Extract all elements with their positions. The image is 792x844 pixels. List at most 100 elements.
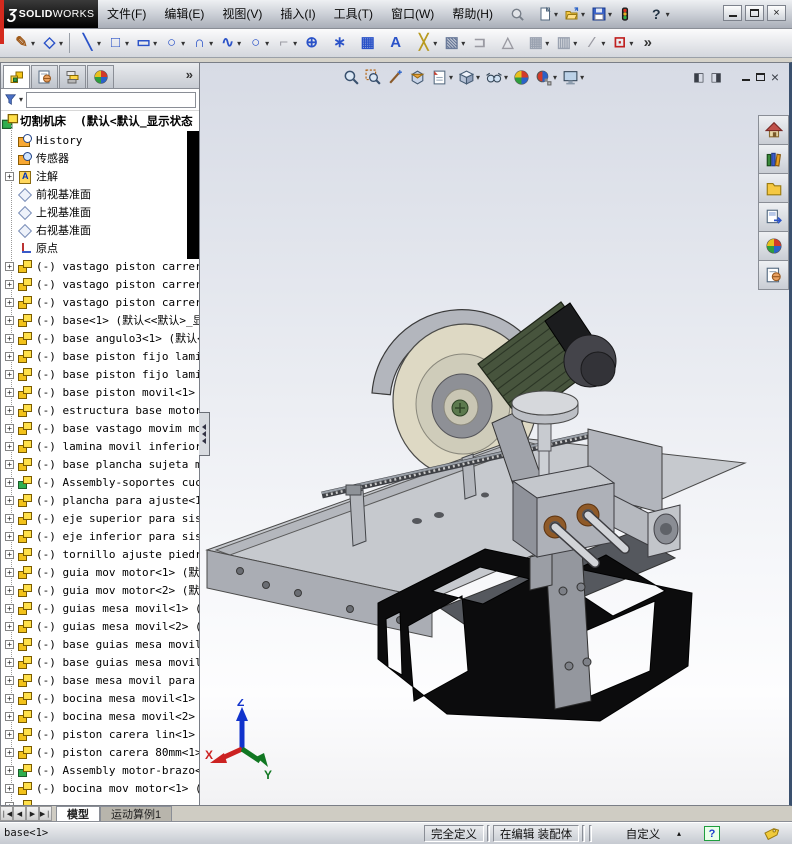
doc-close-icon[interactable]: × (771, 70, 779, 84)
tree-item[interactable]: (-) guia mov motor<2> (默认 (1, 581, 199, 599)
maximize-button[interactable] (745, 5, 764, 21)
tree-item[interactable]: (-) base guias mesa movil_ (1, 653, 199, 671)
tree-item[interactable] (1, 797, 199, 805)
tree-item[interactable]: 注解 (1, 167, 199, 185)
tree-item[interactable]: (-) base mesa movil para a (1, 671, 199, 689)
panel-more-chevron[interactable]: » (186, 67, 193, 82)
tree-item[interactable]: (-) base<1> (默认<<默认>_显 (1, 311, 199, 329)
quick-tip-help-icon[interactable]: ? (704, 826, 720, 841)
expander-icon[interactable] (5, 639, 14, 649)
display-relations-icon[interactable]: ⁄ ▾ (580, 31, 608, 55)
help-dropdown-icon[interactable]: ▾ (666, 10, 670, 19)
circle-icon[interactable]: ○ ▾ (160, 31, 188, 55)
separator[interactable]: ▾ (69, 33, 73, 53)
expander-icon[interactable] (5, 711, 14, 721)
trim-entities-icon[interactable]: ╳ ▾ (412, 31, 440, 55)
file-explorer-icon[interactable] (758, 173, 789, 203)
zoom-area-icon[interactable] (364, 68, 383, 87)
filter-funnel-icon[interactable] (4, 93, 18, 107)
display-style-icon[interactable]: ▾ (457, 68, 481, 87)
displaymanager-tab[interactable] (87, 65, 114, 88)
tree-item[interactable]: (-) Assembly-soportes cuch (1, 473, 199, 491)
tree-item[interactable]: (-) bocina mov motor<1> (默 (1, 779, 199, 797)
tree-item[interactable]: (-) estructura base motor< (1, 401, 199, 419)
tree-item[interactable]: (-) base angulo3<1> (默认< (1, 329, 199, 347)
tree-item[interactable]: (-) guia mov motor<1> (默认 (1, 563, 199, 581)
appearances-scenes-icon[interactable] (758, 231, 789, 261)
expander-icon[interactable] (5, 747, 14, 757)
instant3d-icon[interactable]: ⊡ ▾ (608, 31, 636, 55)
sketch-text-icon[interactable]: A ▾ (384, 31, 412, 55)
rotate-view-icon[interactable] (386, 68, 405, 87)
help-icon[interactable]: ? (650, 5, 663, 23)
search-icon[interactable] (510, 0, 525, 28)
edit-appearance-icon[interactable] (512, 68, 531, 87)
tree-item[interactable]: 传感器 (1, 149, 199, 167)
menu-item[interactable]: 文件(F) (98, 0, 155, 28)
expander-icon[interactable] (5, 405, 14, 415)
expander-icon[interactable] (5, 459, 14, 469)
pane-left-icon[interactable]: ◧ (693, 70, 704, 84)
design-library-icon[interactable] (758, 144, 789, 174)
tree-item[interactable]: (-) tornillo ajuste piedra (1, 545, 199, 563)
expander-icon[interactable] (5, 261, 14, 271)
tab-next-button[interactable]: ▶ (26, 806, 39, 821)
tree-item[interactable]: (-) eje superior para sist (1, 509, 199, 527)
sketch-fillet-icon[interactable]: ⌐ ▾ (272, 31, 300, 55)
expander-icon[interactable] (5, 477, 14, 487)
expander-icon[interactable] (5, 783, 14, 793)
expander-icon[interactable] (5, 315, 14, 325)
expander-icon[interactable] (5, 171, 14, 181)
tree-item[interactable]: (-) vastago piston carrera (1, 275, 199, 293)
circular-pattern-icon[interactable]: ▥ ▾ (552, 31, 580, 55)
apply-scene-icon[interactable]: ▾ (534, 68, 558, 87)
solidworks-resources-icon[interactable] (758, 115, 789, 145)
point-icon[interactable]: ⊕ ▾ (300, 31, 328, 55)
section-view-icon[interactable] (408, 68, 427, 87)
linear-pattern-icon[interactable]: ▦ ▾ (524, 31, 552, 55)
rx-traffic-light-icon[interactable] (616, 5, 634, 23)
tree-item[interactable]: (-) Assembly motor-brazo<1 (1, 761, 199, 779)
expander-icon[interactable] (5, 765, 14, 775)
tab-first-button[interactable]: ❘◀ (0, 806, 13, 821)
centerpoint-arc-icon[interactable]: ∩ ▾ (188, 31, 216, 55)
tree-item[interactable]: (-) base plancha sujeta mo (1, 455, 199, 473)
expander-icon[interactable] (5, 513, 14, 523)
view-settings-icon[interactable]: ▾ (561, 68, 585, 87)
expander-icon[interactable] (5, 531, 14, 541)
expander-icon[interactable] (5, 333, 14, 343)
zoom-fit-icon[interactable] (342, 68, 361, 87)
pane-right-icon[interactable]: ◨ (710, 70, 721, 84)
hide-show-items-icon[interactable]: ▾ (484, 68, 509, 87)
view-palette-icon[interactable] (758, 202, 789, 232)
graphics-viewport[interactable]: ▾ ▾ ▾ ▾ ▾ ◧ ◨ × Z X Y (200, 62, 792, 806)
tree-item[interactable]: 前视基准面 (1, 185, 199, 203)
featuremanager-tab[interactable] (3, 65, 30, 88)
tree-item[interactable]: (-) base vastago movim mot (1, 419, 199, 437)
filter-dropdown-icon[interactable]: ▾ (19, 95, 23, 104)
expander-icon[interactable] (5, 441, 14, 451)
panel-flyout-handle[interactable] (199, 412, 210, 456)
tree-item[interactable]: (-) piston carera 80mm<1> (1, 743, 199, 761)
expander-icon[interactable] (5, 693, 14, 703)
tree-item[interactable]: (-) bocina mesa movil<1> ( (1, 689, 199, 707)
expander-icon[interactable] (5, 603, 14, 613)
ellipse-icon[interactable]: ○ ▾ (244, 31, 272, 55)
expander-icon[interactable] (5, 549, 14, 559)
expander-icon[interactable] (5, 585, 14, 595)
spline-icon[interactable]: ∿ ▾ (216, 31, 244, 55)
new-document-icon[interactable]: ▾ (535, 5, 560, 23)
tree-item[interactable]: (-) base guias mesa movil< (1, 635, 199, 653)
drawing-warning-icon[interactable]: △ ▾ (496, 31, 524, 55)
tab-last-button[interactable]: ▶❘ (39, 806, 52, 821)
expander-icon[interactable] (5, 657, 14, 667)
menu-item[interactable]: 帮助(H) (443, 0, 502, 28)
save-icon[interactable]: ▾ (589, 5, 614, 23)
minimize-button[interactable] (723, 5, 742, 21)
menu-item[interactable]: 视图(V) (213, 0, 271, 28)
line-icon[interactable]: ╲ ▾ (76, 31, 104, 55)
expander-icon[interactable] (5, 675, 14, 685)
custom-properties-icon[interactable] (758, 260, 789, 290)
expander-icon[interactable] (5, 729, 14, 739)
offset-entities-icon[interactable]: ⊐ ▾ (468, 31, 496, 55)
